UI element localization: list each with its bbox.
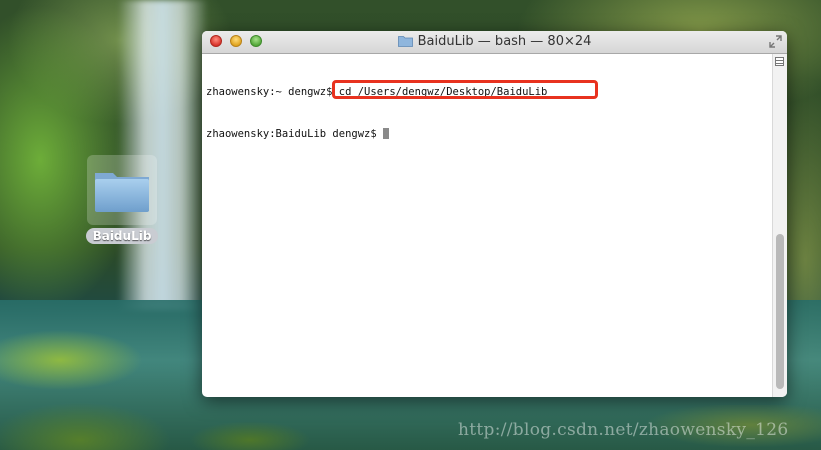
terminal-output[interactable]: zhaowensky:~ dengwz$ cd /Users/dengwz/De… bbox=[202, 54, 773, 397]
folder-icon bbox=[397, 36, 413, 47]
window-title-text: BaiduLib — bash — 80×24 bbox=[417, 34, 592, 49]
terminal-line: zhaowensky:BaiduLib dengwz$ bbox=[206, 127, 773, 141]
watermark-text: http://blog.csdn.net/zhaowensky_126 bbox=[458, 420, 789, 440]
terminal-window[interactable]: BaiduLib — bash — 80×24 zhaowensky:~ den… bbox=[202, 31, 787, 397]
desktop-folder-label: BaiduLib bbox=[85, 228, 159, 244]
wallpaper-moss bbox=[0, 330, 200, 450]
terminal-prompt: zhaowensky:BaiduLib dengwz$ bbox=[206, 128, 384, 140]
split-pane-icon[interactable] bbox=[775, 57, 784, 66]
desktop-folder-selection bbox=[87, 155, 157, 225]
vertical-scrollbar[interactable] bbox=[772, 54, 787, 397]
window-title: BaiduLib — bash — 80×24 bbox=[202, 34, 787, 49]
fullscreen-icon[interactable] bbox=[769, 35, 782, 48]
terminal-prompt: zhaowensky:~ dengwz$ bbox=[206, 86, 339, 98]
desktop-folder-baidulib[interactable]: BaiduLib bbox=[84, 155, 160, 244]
scrollbar-thumb[interactable] bbox=[776, 234, 784, 389]
folder-icon bbox=[95, 173, 149, 212]
command-highlight-box bbox=[332, 80, 598, 99]
window-titlebar[interactable]: BaiduLib — bash — 80×24 bbox=[202, 31, 787, 54]
terminal-line: zhaowensky:~ dengwz$ cd /Users/dengwz/De… bbox=[206, 80, 773, 99]
terminal-cursor bbox=[383, 128, 390, 139]
